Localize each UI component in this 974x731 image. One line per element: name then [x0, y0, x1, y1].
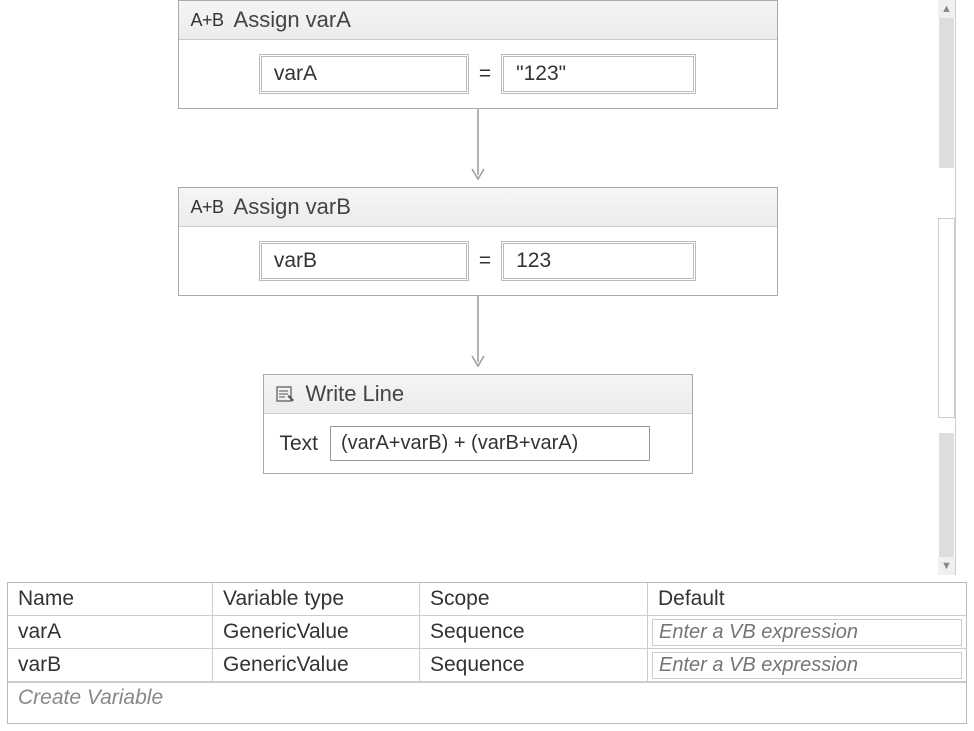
variable-default-input[interactable]: [652, 619, 962, 646]
assign-to-input[interactable]: varB: [259, 241, 469, 281]
writeline-icon: [276, 384, 296, 404]
variables-header-row: Name Variable type Scope Default: [8, 583, 966, 616]
writeline-text-label: Text: [280, 432, 319, 456]
activity-title: Write Line: [306, 381, 405, 407]
scrollbar-thumb[interactable]: [939, 433, 954, 557]
workflow-canvas[interactable]: A+B Assign varA varA = "123" A+B Assign …: [0, 0, 956, 575]
activity-title: Assign varA: [234, 7, 351, 33]
create-variable-link[interactable]: Create Variable: [8, 682, 966, 713]
column-header-name[interactable]: Name: [8, 583, 213, 615]
writeline-activity[interactable]: Write Line Text (varA+varB) + (varB+varA…: [263, 374, 693, 474]
assign-icon: A+B: [191, 197, 224, 218]
vertical-scrollbar[interactable]: ▲ ▼: [937, 0, 955, 575]
variable-type-cell[interactable]: GenericValue: [213, 649, 420, 681]
assign-value-input[interactable]: 123: [501, 241, 696, 281]
activity-title: Assign varB: [234, 194, 351, 220]
scrollbar-thumb[interactable]: [938, 218, 955, 418]
assign-activity-vara[interactable]: A+B Assign varA varA = "123": [178, 0, 778, 109]
equals-label: =: [477, 62, 493, 86]
activity-header: A+B Assign varB: [179, 188, 777, 227]
variable-row[interactable]: varB GenericValue Sequence: [8, 649, 966, 682]
sequence-arrow: [468, 109, 488, 187]
column-header-scope[interactable]: Scope: [420, 583, 648, 615]
scrollbar-track[interactable]: [938, 18, 955, 557]
variable-scope-cell[interactable]: Sequence: [420, 649, 648, 681]
column-header-default[interactable]: Default: [648, 583, 966, 615]
sequence-arrow: [468, 296, 488, 374]
scroll-down-arrow-icon[interactable]: ▼: [938, 557, 955, 575]
activity-header: A+B Assign varA: [179, 1, 777, 40]
equals-label: =: [477, 249, 493, 273]
variable-default-cell[interactable]: [648, 649, 966, 681]
variable-scope-cell[interactable]: Sequence: [420, 616, 648, 648]
variable-row[interactable]: varA GenericValue Sequence: [8, 616, 966, 649]
writeline-text-input[interactable]: (varA+varB) + (varB+varA): [330, 426, 650, 461]
variables-panel: Name Variable type Scope Default varA Ge…: [7, 582, 967, 724]
variable-name-cell[interactable]: varB: [8, 649, 213, 681]
assign-value-input[interactable]: "123": [501, 54, 696, 94]
variable-default-cell[interactable]: [648, 616, 966, 648]
column-header-type[interactable]: Variable type: [213, 583, 420, 615]
variable-name-cell[interactable]: varA: [8, 616, 213, 648]
variable-type-cell[interactable]: GenericValue: [213, 616, 420, 648]
assign-to-input[interactable]: varA: [259, 54, 469, 94]
variable-default-input[interactable]: [652, 652, 962, 679]
scrollbar-thumb[interactable]: [939, 18, 954, 168]
assign-activity-varb[interactable]: A+B Assign varB varB = 123: [178, 187, 778, 296]
scroll-up-arrow-icon[interactable]: ▲: [938, 0, 955, 18]
activity-header: Write Line: [264, 375, 692, 414]
assign-icon: A+B: [191, 10, 224, 31]
